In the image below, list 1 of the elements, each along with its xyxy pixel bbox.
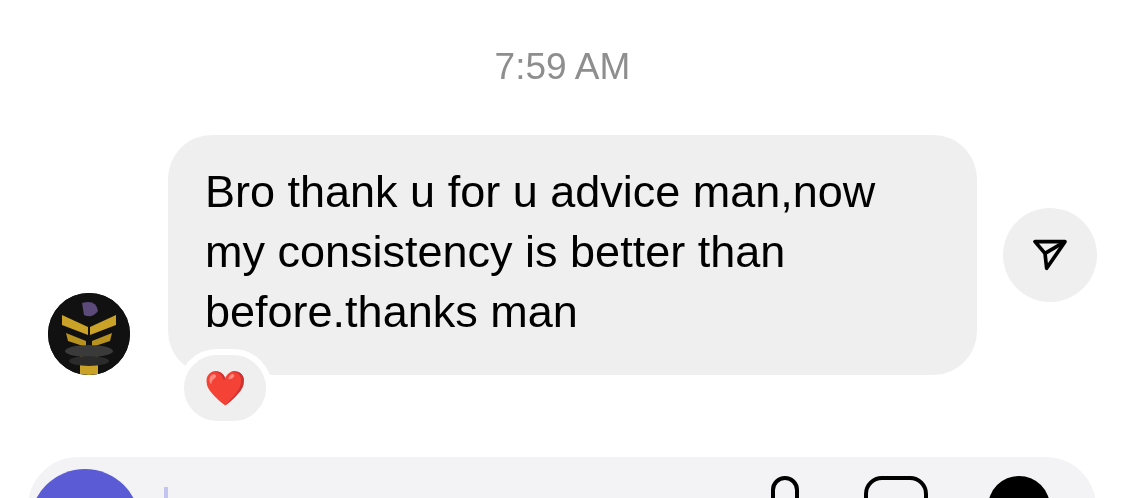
timestamp: 7:59 AM — [494, 46, 631, 88]
